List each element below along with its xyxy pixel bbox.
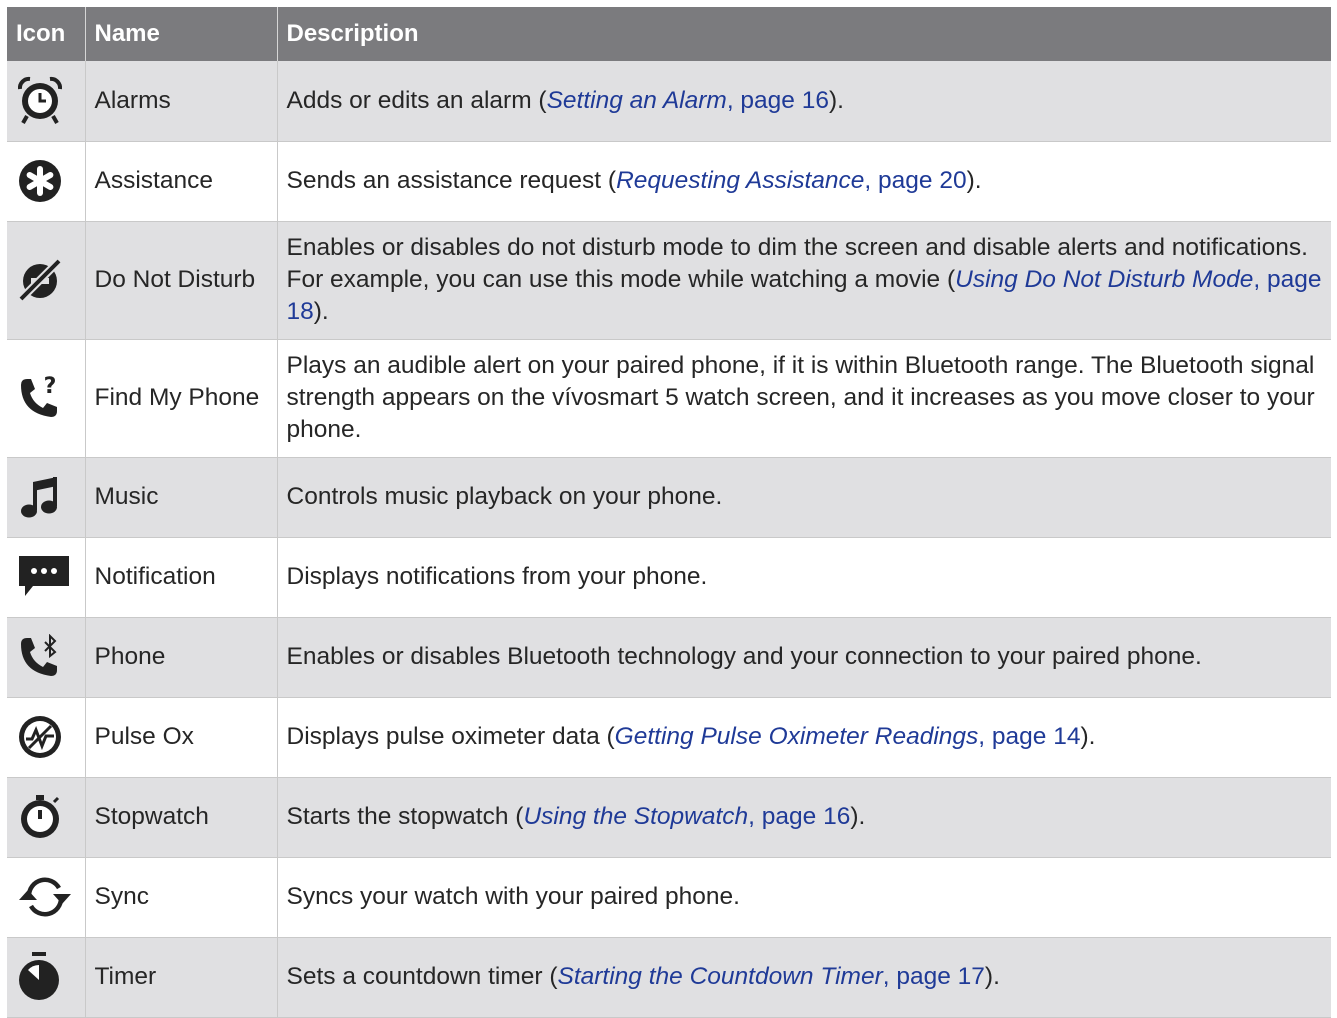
row-name: Do Not Disturb <box>85 221 278 340</box>
notification-icon <box>19 556 69 596</box>
table-row: Alarms Adds or edits an alarm (Setting a… <box>7 61 1331 142</box>
table-row: Stopwatch Starts the stopwatch (Using th… <box>7 777 1331 858</box>
icon-cell <box>7 141 86 222</box>
cross-reference-link[interactable]: Using the Stopwatch, page 16 <box>523 803 850 830</box>
cross-reference-link[interactable]: Getting Pulse Oximeter Readings, page 14 <box>615 723 1081 750</box>
table-row: Do Not Disturb Enables or disables do no… <box>7 221 1331 340</box>
pulse-ox-icon <box>19 716 61 758</box>
row-name: Timer <box>85 937 278 1018</box>
svg-text:?: ? <box>44 375 57 399</box>
row-description: Enables or disables Bluetooth technology… <box>277 617 1331 698</box>
table-header-row: Icon Name Description <box>7 7 1331 61</box>
find-my-phone-icon: ? <box>21 375 57 417</box>
table-row: Music Controls music playback on your ph… <box>7 457 1331 538</box>
music-note-icon <box>21 477 57 518</box>
table-row: Sync Syncs your watch with your paired p… <box>7 857 1331 938</box>
row-name: Sync <box>85 857 278 938</box>
icon-cell <box>7 697 86 778</box>
row-description: Adds or edits an alarm (Setting an Alarm… <box>277 61 1331 142</box>
row-description: Plays an audible alert on your paired ph… <box>277 339 1331 458</box>
timer-icon <box>19 952 59 1000</box>
row-description: Sets a countdown timer (Starting the Cou… <box>277 937 1331 1018</box>
icon-cell <box>7 857 86 938</box>
icon-cell <box>7 617 86 698</box>
row-name: Assistance <box>85 141 278 222</box>
row-description: Displays pulse oximeter data (Getting Pu… <box>277 697 1331 778</box>
row-description: Displays notifications from your phone. <box>277 537 1331 618</box>
header-description: Description <box>277 7 1331 61</box>
table-row: ? Find My Phone Plays an audible alert o… <box>7 339 1331 458</box>
assistance-icon <box>19 160 61 202</box>
row-name: Phone <box>85 617 278 698</box>
icon-cell <box>7 537 86 618</box>
icon-cell <box>7 777 86 858</box>
row-description: Sends an assistance request (Requesting … <box>277 141 1331 222</box>
row-name: Pulse Ox <box>85 697 278 778</box>
alarm-clock-icon <box>17 76 63 124</box>
row-name: Find My Phone <box>85 339 278 458</box>
controls-table: Icon Name Description Alarms Adds or edi… <box>7 7 1331 1018</box>
phone-bluetooth-icon <box>21 634 57 676</box>
row-description: Starts the stopwatch (Using the Stopwatc… <box>277 777 1331 858</box>
icon-cell: ? <box>7 339 86 458</box>
row-name: Music <box>85 457 278 538</box>
row-description: Controls music playback on your phone. <box>277 457 1331 538</box>
cross-reference-link[interactable]: Starting the Countdown Timer, page 17 <box>557 963 984 990</box>
cross-reference-link[interactable]: Setting an Alarm, page 16 <box>547 87 829 114</box>
row-name: Notification <box>85 537 278 618</box>
sync-icon <box>19 877 71 917</box>
table-row: Phone Enables or disables Bluetooth tech… <box>7 617 1331 698</box>
row-name: Stopwatch <box>85 777 278 858</box>
header-name: Name <box>85 7 278 61</box>
row-name: Alarms <box>85 61 278 142</box>
table-row: Timer Sets a countdown timer (Starting t… <box>7 937 1331 1018</box>
row-description: Syncs your watch with your paired phone. <box>277 857 1331 938</box>
row-description: Enables or disables do not disturb mode … <box>277 221 1331 340</box>
table-row: Assistance Sends an assistance request (… <box>7 141 1331 222</box>
cross-reference-link[interactable]: Requesting Assistance, page 20 <box>616 167 967 194</box>
header-icon: Icon <box>7 7 86 61</box>
stopwatch-icon <box>21 795 60 838</box>
table-row: Pulse Ox Displays pulse oximeter data (G… <box>7 697 1331 778</box>
table-row: Notification Displays notifications from… <box>7 537 1331 618</box>
icon-cell <box>7 457 86 538</box>
icon-cell <box>7 937 86 1018</box>
icon-cell <box>7 61 86 142</box>
do-not-disturb-icon <box>18 258 62 302</box>
icon-cell <box>7 221 86 340</box>
